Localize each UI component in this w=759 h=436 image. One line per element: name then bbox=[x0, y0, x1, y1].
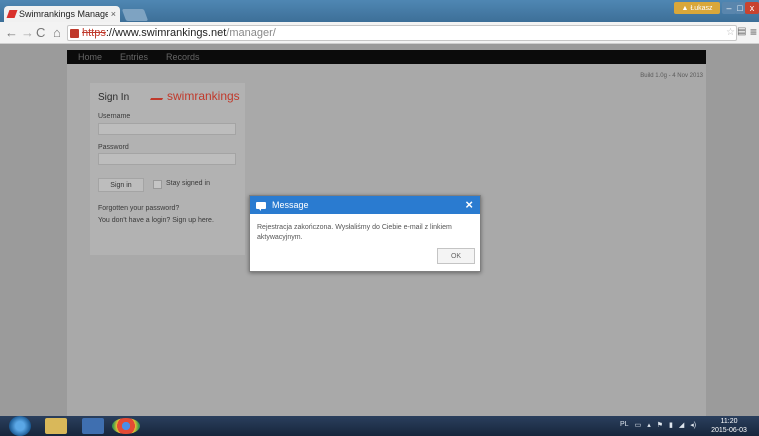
tab-close-icon[interactable]: × bbox=[111, 9, 116, 19]
signin-button[interactable]: Sign in bbox=[98, 178, 144, 192]
brand-name: swimrankings bbox=[167, 89, 240, 103]
url-path: /manager/ bbox=[226, 27, 276, 39]
username-field[interactable] bbox=[98, 123, 236, 135]
signin-panel: Sign In swimrankings Username Password S… bbox=[90, 83, 245, 255]
start-button[interactable] bbox=[9, 416, 31, 436]
browser-toolbar: ← → C ⌂ https ://www.swimrankings.net /m… bbox=[0, 22, 759, 44]
show-hidden-icon[interactable]: ▴ bbox=[647, 421, 651, 429]
dialog-message: Rejestracja zakończona. Wysłaliśmy do Ci… bbox=[257, 224, 452, 241]
url-scheme: https bbox=[82, 27, 106, 39]
tab-swimrankings[interactable]: Swimrankings Manager × bbox=[4, 6, 120, 22]
signup-link[interactable]: You don't have a login? Sign up here. bbox=[98, 217, 214, 224]
site-nav: Home Entries Records bbox=[67, 50, 706, 64]
page-action-icon[interactable]: ▤ bbox=[737, 26, 746, 37]
nav-entries[interactable]: Entries bbox=[120, 52, 148, 62]
menu-icon[interactable]: ≡ bbox=[750, 25, 757, 39]
back-arrow-icon[interactable]: ← bbox=[5, 25, 18, 40]
message-dialog: Message × Rejestracja zakończona. Wysłal… bbox=[249, 195, 481, 272]
volume-icon[interactable]: ◂) bbox=[690, 421, 696, 429]
username-label: Username bbox=[98, 113, 131, 120]
clock-date: 2015-06-03 bbox=[711, 427, 747, 434]
dialog-title: Message bbox=[272, 200, 309, 210]
close-icon[interactable]: × bbox=[465, 197, 473, 212]
signin-title: Sign In bbox=[98, 92, 130, 103]
password-label: Password bbox=[98, 144, 129, 151]
forward-arrow-icon[interactable]: → bbox=[21, 25, 34, 40]
media-player-icon[interactable] bbox=[82, 418, 104, 434]
nav-records[interactable]: Records bbox=[166, 52, 200, 62]
explorer-icon[interactable] bbox=[45, 418, 67, 434]
clock[interactable]: 11:20 2015-06-03 bbox=[704, 417, 754, 435]
swimmer-logo-icon bbox=[149, 92, 167, 100]
keyboard-icon[interactable]: ▭ bbox=[635, 421, 642, 429]
forgot-password-link[interactable]: Forgotten your password? bbox=[98, 205, 179, 212]
tab-title: Swimrankings Manager bbox=[19, 9, 108, 19]
clock-time: 11:20 bbox=[720, 418, 738, 425]
minimize-button[interactable]: – bbox=[722, 2, 736, 14]
profile-button[interactable]: ▲ Łukasz bbox=[674, 2, 720, 14]
home-icon[interactable]: ⌂ bbox=[53, 25, 61, 40]
stay-signed-in-checkbox[interactable] bbox=[153, 180, 162, 189]
user-icon: ▲ bbox=[681, 4, 689, 12]
chrome-icon[interactable] bbox=[112, 418, 140, 434]
battery-icon[interactable]: ▮ bbox=[669, 421, 673, 429]
insecure-lock-icon bbox=[70, 28, 79, 38]
nav-home[interactable]: Home bbox=[78, 52, 102, 62]
build-info: Build 1.0g - 4 Nov 2013 bbox=[640, 73, 703, 79]
profile-name: Łukasz bbox=[690, 4, 713, 12]
new-tab-button[interactable] bbox=[121, 9, 149, 21]
dialog-header: Message × bbox=[250, 196, 480, 214]
close-window-button[interactable]: x bbox=[745, 2, 759, 14]
address-bar[interactable]: https ://www.swimrankings.net /manager/ bbox=[67, 25, 737, 41]
taskbar: PL ▭ ▴ ⚑ ▮ ◢ ◂) 11:20 2015-06-03 bbox=[0, 416, 759, 436]
stay-signed-in-label: Stay signed in bbox=[166, 180, 210, 187]
title-bar: Swimrankings Manager × ▲ Łukasz – □ x bbox=[0, 0, 759, 22]
favicon-icon bbox=[6, 10, 18, 18]
maximize-button[interactable]: □ bbox=[735, 2, 745, 14]
password-field[interactable] bbox=[98, 153, 236, 165]
brand-logo: swimrankings bbox=[149, 89, 240, 103]
reload-icon[interactable]: C bbox=[36, 25, 45, 40]
flag-icon[interactable]: ⚑ bbox=[657, 421, 663, 429]
system-tray: PL ▭ ▴ ⚑ ▮ ◢ ◂) bbox=[620, 421, 696, 429]
star-icon[interactable]: ☆ bbox=[726, 27, 735, 38]
ok-button[interactable]: OK bbox=[437, 248, 475, 264]
language-indicator[interactable]: PL bbox=[620, 421, 629, 429]
message-icon bbox=[256, 201, 266, 211]
url-host: ://www.swimrankings.net bbox=[105, 27, 227, 39]
network-icon[interactable]: ◢ bbox=[679, 421, 684, 429]
